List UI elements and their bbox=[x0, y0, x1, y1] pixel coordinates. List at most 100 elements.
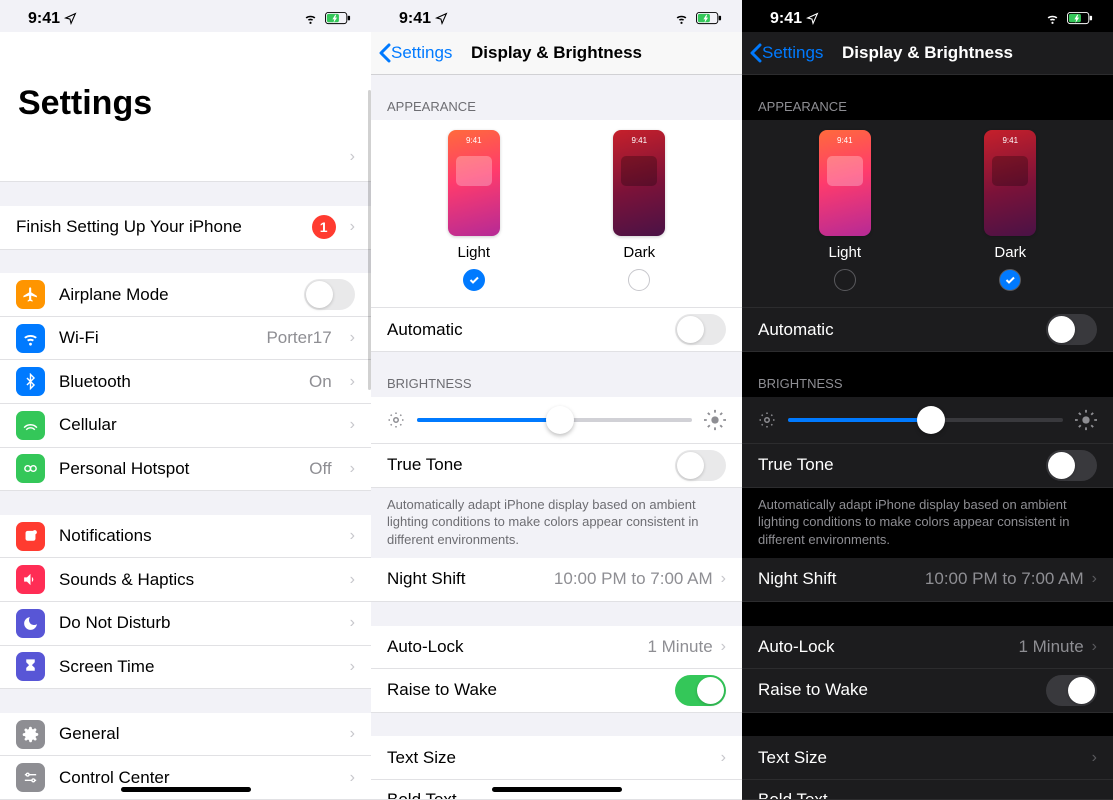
chevron-right-icon: › bbox=[721, 749, 726, 767]
wifi-icon bbox=[302, 12, 319, 25]
status-bar: 9:41 bbox=[742, 0, 1113, 32]
sun-small-icon bbox=[758, 411, 776, 429]
bold-text-row[interactable]: Bold Text bbox=[742, 780, 1113, 800]
nav-bar: Settings Display & Brightness bbox=[371, 32, 742, 76]
dark-preview: 9:41 bbox=[613, 130, 665, 236]
raise-to-wake-row[interactable]: Raise to Wake bbox=[742, 669, 1113, 713]
true-tone-row[interactable]: True Tone bbox=[371, 444, 742, 488]
home-indicator[interactable] bbox=[121, 787, 251, 792]
light-preview: 9:41 bbox=[819, 130, 871, 236]
text-size-row[interactable]: Text Size › bbox=[371, 736, 742, 780]
automatic-row[interactable]: Automatic bbox=[742, 308, 1113, 352]
chevron-right-icon: › bbox=[350, 148, 355, 166]
appearance-dark-option[interactable]: 9:41 Dark bbox=[984, 130, 1036, 291]
speaker-icon bbox=[16, 565, 45, 594]
nav-bar: Settings Display & Brightness bbox=[742, 32, 1113, 76]
bluetooth-icon bbox=[16, 367, 45, 396]
screentime-row[interactable]: Screen Time › bbox=[0, 646, 371, 690]
automatic-toggle[interactable] bbox=[675, 314, 726, 345]
light-preview: 9:41 bbox=[448, 130, 500, 236]
brightness-header: BRIGHTNESS bbox=[371, 352, 742, 397]
chevron-right-icon: › bbox=[350, 614, 355, 632]
appearance-picker: 9:41 Light 9:41 Dark bbox=[371, 120, 742, 308]
back-button[interactable]: Settings bbox=[742, 43, 831, 63]
true-tone-row[interactable]: True Tone bbox=[742, 444, 1113, 488]
chevron-right-icon: › bbox=[350, 460, 355, 478]
chevron-right-icon: › bbox=[1092, 749, 1097, 767]
dnd-row[interactable]: Do Not Disturb › bbox=[0, 602, 371, 646]
brightness-slider-row[interactable] bbox=[742, 397, 1113, 444]
appearance-header: APPEARANCE bbox=[742, 75, 1113, 120]
night-shift-row[interactable]: Night Shift 10:00 PM to 7:00 AM › bbox=[371, 558, 742, 602]
sun-large-icon bbox=[704, 409, 726, 431]
true-tone-toggle[interactable] bbox=[1046, 450, 1097, 481]
badge: 1 bbox=[312, 215, 336, 239]
chevron-right-icon: › bbox=[350, 769, 355, 787]
airplane-toggle[interactable] bbox=[304, 279, 355, 310]
phone-display-dark: 9:41 Settings Display & Brightness APPEA… bbox=[742, 0, 1113, 800]
sun-small-icon bbox=[387, 411, 405, 429]
cellular-row[interactable]: Cellular › bbox=[0, 404, 371, 448]
hourglass-icon bbox=[16, 652, 45, 681]
chevron-right-icon: › bbox=[350, 527, 355, 545]
dark-radio[interactable] bbox=[628, 269, 650, 291]
battery-icon bbox=[696, 12, 722, 25]
status-time: 9:41 bbox=[399, 10, 431, 28]
battery-icon bbox=[325, 12, 351, 25]
bluetooth-row[interactable]: Bluetooth On › bbox=[0, 360, 371, 404]
automatic-toggle[interactable] bbox=[1046, 314, 1097, 345]
notifications-row[interactable]: Notifications › bbox=[0, 515, 371, 559]
true-tone-toggle[interactable] bbox=[675, 450, 726, 481]
light-radio[interactable] bbox=[834, 269, 856, 291]
appearance-light-option[interactable]: 9:41 Light bbox=[819, 130, 871, 291]
auto-lock-row[interactable]: Auto-Lock 1 Minute › bbox=[371, 626, 742, 670]
location-icon bbox=[64, 12, 77, 25]
control-center-row[interactable]: Control Center › bbox=[0, 756, 371, 800]
hotspot-icon bbox=[16, 454, 45, 483]
back-button[interactable]: Settings bbox=[371, 43, 460, 63]
appearance-light-option[interactable]: 9:41 Light bbox=[448, 130, 500, 291]
status-time: 9:41 bbox=[28, 10, 60, 28]
sounds-row[interactable]: Sounds & Haptics › bbox=[0, 558, 371, 602]
raise-to-wake-row[interactable]: Raise to Wake bbox=[371, 669, 742, 713]
airplane-row[interactable]: Airplane Mode bbox=[0, 273, 371, 317]
dark-radio[interactable] bbox=[999, 269, 1021, 291]
brightness-slider[interactable] bbox=[417, 418, 692, 422]
finish-setup-row[interactable]: Finish Setting Up Your iPhone 1 › bbox=[0, 206, 371, 250]
home-indicator[interactable] bbox=[492, 787, 622, 792]
light-radio[interactable] bbox=[463, 269, 485, 291]
appearance-dark-option[interactable]: 9:41 Dark bbox=[613, 130, 665, 291]
chevron-right-icon: › bbox=[350, 571, 355, 589]
wifi-icon bbox=[1044, 12, 1061, 25]
chevron-right-icon: › bbox=[350, 416, 355, 434]
search-profile-row[interactable]: › bbox=[0, 133, 371, 183]
true-tone-footer: Automatically adapt iPhone display based… bbox=[742, 488, 1113, 559]
text-size-row[interactable]: Text Size › bbox=[742, 736, 1113, 780]
night-shift-row[interactable]: Night Shift 10:00 PM to 7:00 AM › bbox=[742, 558, 1113, 602]
phone-settings: 9:41 Settings › Finish Setting Up Your i… bbox=[0, 0, 371, 800]
brightness-slider[interactable] bbox=[788, 418, 1063, 422]
auto-lock-row[interactable]: Auto-Lock 1 Minute › bbox=[742, 626, 1113, 670]
hotspot-row[interactable]: Personal Hotspot Off › bbox=[0, 448, 371, 492]
raise-toggle[interactable] bbox=[1046, 675, 1097, 706]
page-title: Settings bbox=[0, 32, 371, 133]
wifi-row[interactable]: Wi-Fi Porter17 › bbox=[0, 317, 371, 361]
status-bar: 9:41 bbox=[0, 0, 371, 32]
notifications-icon bbox=[16, 522, 45, 551]
dark-preview: 9:41 bbox=[984, 130, 1036, 236]
sun-large-icon bbox=[1075, 409, 1097, 431]
wifi-icon bbox=[16, 324, 45, 353]
chevron-right-icon: › bbox=[350, 658, 355, 676]
finish-setup-label: Finish Setting Up Your iPhone bbox=[16, 217, 298, 237]
chevron-right-icon: › bbox=[350, 725, 355, 743]
automatic-row[interactable]: Automatic bbox=[371, 308, 742, 352]
gear-icon bbox=[16, 720, 45, 749]
cellular-icon bbox=[16, 411, 45, 440]
raise-toggle[interactable] bbox=[675, 675, 726, 706]
appearance-picker: 9:41 Light 9:41 Dark bbox=[742, 120, 1113, 308]
general-row[interactable]: General › bbox=[0, 713, 371, 757]
brightness-slider-row[interactable] bbox=[371, 397, 742, 444]
appearance-header: APPEARANCE bbox=[371, 75, 742, 120]
toggles-icon bbox=[16, 763, 45, 792]
status-time: 9:41 bbox=[770, 10, 802, 28]
